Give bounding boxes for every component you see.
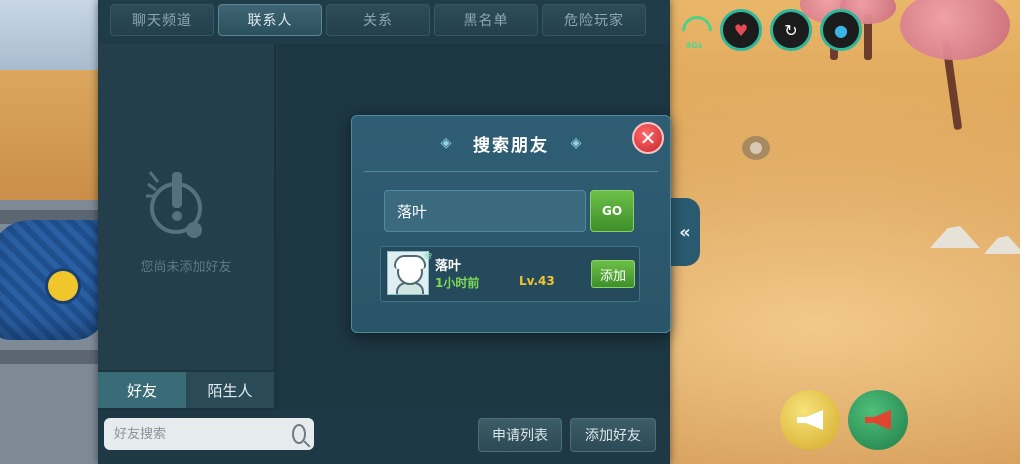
- subtab-strangers[interactable]: 陌生人: [186, 372, 274, 408]
- stamina-icon[interactable]: ↻: [770, 9, 812, 51]
- player-level: Lv.43: [519, 274, 555, 288]
- double-chevron-left-icon: «: [679, 221, 691, 243]
- tab-contacts[interactable]: 联系人: [218, 4, 322, 36]
- search-icon[interactable]: [292, 424, 306, 444]
- tab-chat-channel[interactable]: 聊天频道: [110, 4, 214, 36]
- signal-icon: 4Gs: [675, 9, 719, 53]
- eye-icon[interactable]: [742, 136, 770, 160]
- signal-text: 4Gs: [685, 41, 703, 50]
- tab-blacklist[interactable]: 黑名单: [434, 4, 538, 36]
- divider: [364, 171, 658, 172]
- tab-bar: 聊天频道 联系人 关系 黑名单 危险玩家: [110, 4, 646, 36]
- vehicle-wheel: [45, 268, 81, 304]
- contact-list: 您尚未添加好友: [98, 44, 276, 370]
- empty-contacts-icon: [146, 171, 202, 238]
- status-bar: 4Gs ♥ ↻ ●: [675, 8, 862, 53]
- voice-broadcast-button[interactable]: [848, 390, 908, 450]
- close-button[interactable]: ✕: [632, 122, 664, 154]
- bottom-bar: 申请列表 添加好友: [98, 410, 670, 464]
- friend-name: 落叶: [435, 259, 462, 274]
- request-list-button[interactable]: 申请列表: [478, 418, 562, 452]
- go-button[interactable]: GO: [590, 190, 634, 232]
- search-result-row: ❀ 落叶 1小时前 Lv.43 添加: [380, 246, 640, 302]
- track-rail: [0, 350, 100, 364]
- tab-dangerous-players[interactable]: 危险玩家: [542, 4, 646, 36]
- tab-relations[interactable]: 关系: [326, 4, 430, 36]
- broadcast-button[interactable]: [780, 390, 840, 450]
- dialog-title: 搜索朋友: [473, 135, 549, 156]
- title-ornament-icon: ◈: [570, 135, 582, 151]
- dialog-header: ◈ 搜索朋友 ◈: [412, 128, 610, 158]
- sky-background: [0, 0, 100, 70]
- rock: [984, 236, 1020, 254]
- megaphone-icon: [865, 410, 891, 430]
- last-online-time: 1小时前: [435, 276, 480, 290]
- water-drop-icon[interactable]: ●: [820, 9, 862, 51]
- friend-search-input[interactable]: [112, 425, 286, 443]
- collapse-panel-button[interactable]: «: [670, 198, 700, 266]
- friend-search-box: [104, 418, 314, 450]
- add-button[interactable]: 添加: [591, 260, 635, 288]
- title-ornament-icon: ◈: [440, 135, 452, 151]
- empty-contacts-text: 您尚未添加好友: [140, 260, 232, 275]
- close-icon: ✕: [639, 126, 657, 150]
- heart-icon[interactable]: ♥: [720, 9, 762, 51]
- rock: [930, 226, 980, 248]
- desert-sand: [0, 70, 100, 210]
- subtab-friends[interactable]: 好友: [98, 372, 186, 408]
- friend-name-input[interactable]: 落叶: [384, 190, 586, 232]
- add-friend-button[interactable]: 添加好友: [570, 418, 656, 452]
- avatar-badge-icon: ❀: [423, 249, 433, 262]
- megaphone-icon: [797, 410, 823, 430]
- contact-subtabs: 好友 陌生人: [98, 372, 274, 408]
- search-friend-dialog: ◈ 搜索朋友 ◈ ✕ 落叶 GO ❀ 落叶 1小时前 Lv.43 添加: [351, 115, 671, 333]
